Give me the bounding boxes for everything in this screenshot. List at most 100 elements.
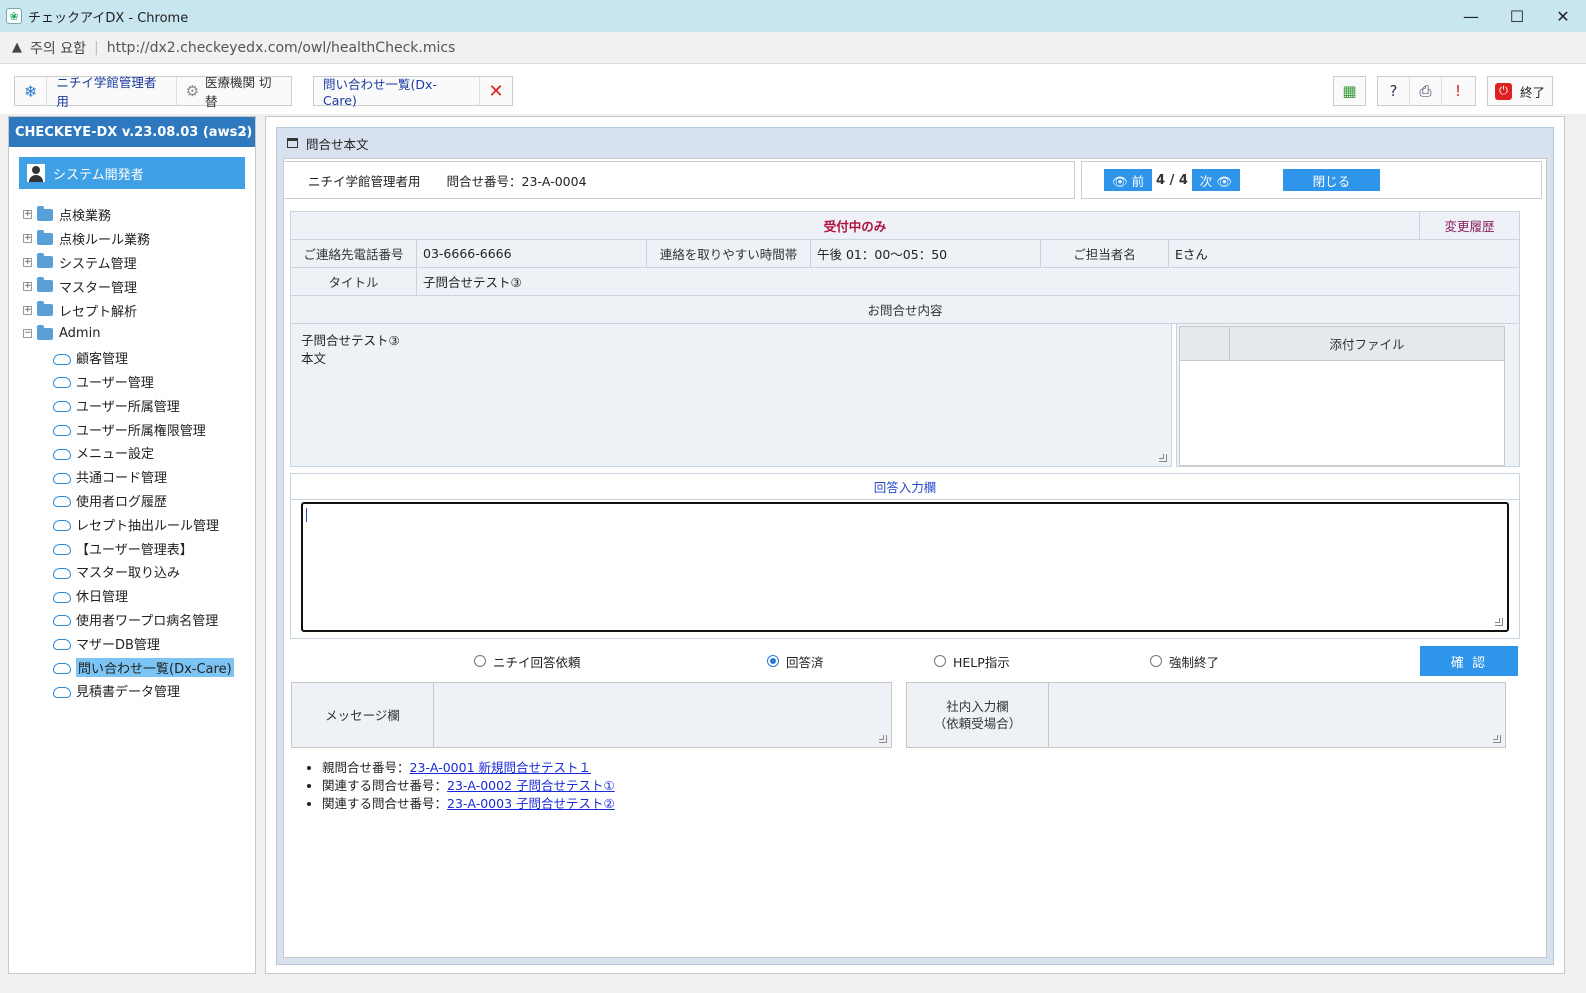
message-textarea[interactable] (434, 683, 891, 747)
radio-label: 回答済 (786, 654, 824, 670)
attachment-table: 添付ファイル (1179, 326, 1505, 466)
prev-button[interactable]: 👁 前 (1104, 169, 1152, 191)
expand-icon[interactable]: + (23, 210, 32, 220)
tree-folder-label: レセプト解析 (59, 304, 138, 320)
menu-item-user-permission[interactable]: ユーザー所属権限管理 (9, 417, 255, 441)
notice-button[interactable]: ! (1442, 77, 1474, 105)
menu-item-holiday[interactable]: 休日管理 (9, 584, 255, 608)
sidebar-header: CHECKEYE-DX v.23.08.03 (aws2) ‹ (9, 117, 255, 147)
app-toolbar: ❄ ニチイ学館管理者用 ⚙ 医療機関 切替 問い合わせ一覧(Dx-Care) ✕ … (0, 64, 1586, 114)
inquiry-list-tab[interactable]: 問い合わせ一覧(Dx-Care) (314, 77, 480, 108)
window-controls: — ☐ ✕ (1448, 0, 1586, 32)
menu-item-user-log[interactable]: 使用者ログ履歴 (9, 489, 255, 513)
warning-icon[interactable]: ▲ (12, 40, 22, 55)
cloud-icon (53, 567, 71, 579)
internal-textarea[interactable] (1049, 683, 1505, 747)
window-titlebar: ❀ チェックアイDX - Chrome — ☐ ✕ (0, 0, 1586, 32)
radio-icon[interactable] (934, 655, 946, 667)
expand-icon[interactable]: + (23, 281, 32, 291)
tree-folder-master[interactable]: + マスター管理 (9, 274, 255, 298)
minimize-button[interactable]: — (1448, 0, 1494, 32)
exit-button[interactable]: ⏻ 終了 (1487, 76, 1553, 106)
tree-folder-system[interactable]: + システム管理 (9, 251, 255, 275)
grid-settings-button[interactable]: ▦ (1333, 76, 1366, 106)
org-switch-group: ❄ ニチイ学館管理者用 ⚙ 医療機関 切替 (14, 75, 292, 109)
message-label: メッセージ欄 (292, 683, 434, 747)
inquiry-content-textarea[interactable]: 子問合せテスト③ 本文 (290, 323, 1172, 467)
resize-handle-icon[interactable] (879, 735, 887, 743)
panel-header: 問合せ本文 (277, 128, 1553, 158)
close-tab-button[interactable]: ✕ (480, 77, 512, 105)
resize-handle-icon[interactable] (1159, 454, 1167, 462)
menu-item-user[interactable]: ユーザー管理 (9, 370, 255, 394)
change-history-link[interactable]: 変更履歴 (1444, 219, 1494, 234)
menu-item-estimate[interactable]: 見積書データ管理 (9, 679, 255, 703)
radio-nichii-request[interactable]: ニチイ回答依頼 (474, 647, 581, 675)
user-box[interactable]: システム開発者 (19, 157, 245, 189)
collapse-icon[interactable]: − (23, 329, 32, 339)
help-button[interactable]: ? (1378, 77, 1410, 105)
address-bar: ▲ 주의 요함 | http://dx2.checkeyedx.com/owl/… (0, 32, 1586, 64)
expand-icon[interactable]: + (23, 305, 32, 315)
content-header: お問合せ内容 (290, 295, 1520, 324)
alert-icon: ! (1454, 82, 1461, 100)
tree-folder-receipt[interactable]: + レセプト解析 (9, 298, 255, 322)
cloud-icon (53, 401, 71, 413)
radio-label: HELP指示 (953, 654, 1010, 670)
url-field[interactable]: http://dx2.checkeyedx.com/owl/healthChec… (107, 40, 456, 56)
resize-handle-icon[interactable] (1493, 735, 1501, 743)
org-name-button[interactable]: ニチイ学館管理者用 (47, 75, 177, 109)
radio-force-end[interactable]: 強制終了 (1150, 647, 1219, 675)
menu-item-user-table[interactable]: 【ユーザー管理表】 (9, 536, 255, 560)
expand-icon[interactable]: + (23, 257, 32, 267)
collapse-sidebar-icon[interactable]: ‹ (241, 122, 247, 140)
snowflake-logo-button[interactable]: ❄ (15, 77, 48, 105)
answer-textarea[interactable] (301, 502, 1509, 632)
folder-icon (37, 205, 53, 221)
print-button[interactable]: ⎙ (1410, 77, 1442, 105)
radio-help[interactable]: HELP指示 (934, 647, 1010, 675)
tree-folder-admin[interactable]: − Admin (9, 322, 255, 346)
tree-folder-inspection-rule[interactable]: + 点検ルール業務 (9, 227, 255, 251)
menu-item-label: マスター取り込み (76, 566, 181, 582)
contact-time-value: 午後 01：00～05：50 (810, 239, 1041, 268)
radio-checked-icon[interactable] (767, 655, 779, 667)
grid-icon: ▦ (1342, 82, 1357, 100)
menu-item-user-affiliation[interactable]: ユーザー所属管理 (9, 393, 255, 417)
content-line: 本文 (301, 351, 327, 366)
radio-icon[interactable] (1150, 655, 1162, 667)
security-label[interactable]: 주의 요함 (30, 38, 86, 58)
close-button[interactable]: 閉じる (1282, 169, 1380, 191)
tree-folder-inspection[interactable]: + 点検業務 (9, 203, 255, 227)
maximize-button[interactable]: ☐ (1494, 0, 1540, 32)
status-label: 受付中のみ (823, 219, 887, 234)
close-window-button[interactable]: ✕ (1540, 0, 1586, 32)
menu-item-menu-settings[interactable]: メニュー設定 (9, 441, 255, 465)
switch-facility-button[interactable]: ⚙ 医療機関 切替 (177, 75, 291, 109)
related-inquiry-link[interactable]: 23-A-0002 子問合せテスト① (447, 778, 615, 793)
menu-item-common-code[interactable]: 共通コード管理 (9, 465, 255, 489)
menu-item-master-import[interactable]: マスター取り込み (9, 560, 255, 584)
parent-inquiry-link[interactable]: 23-A-0001 新規問合せテスト１ (410, 760, 592, 775)
menu-item-mother-db[interactable]: マザーDB管理 (9, 631, 255, 655)
menu-item-disease-name[interactable]: 使用者ワープロ病名管理 (9, 608, 255, 632)
menu-item-customer[interactable]: 顧客管理 (9, 346, 255, 370)
expand-icon[interactable]: + (23, 234, 32, 244)
radio-answered[interactable]: 回答済 (767, 647, 824, 675)
confirm-button[interactable]: 確 認 (1420, 646, 1518, 676)
menu-tree: + 点検業務 + 点検ルール業務 + システム管理 + マスター管理 + レセプト解析 −… (9, 203, 255, 703)
open-folder-icon (37, 324, 53, 340)
related-inquiry-link[interactable]: 23-A-0003 子問合せテスト② (447, 796, 615, 811)
menu-item-label: 【ユーザー管理表】 (76, 542, 193, 558)
inquiry-tab-group: 問い合わせ一覧(Dx-Care) ✕ (313, 76, 513, 108)
cloud-icon (53, 544, 71, 556)
radio-icon[interactable] (474, 655, 486, 667)
next-button[interactable]: 次 👁 (1191, 169, 1240, 191)
title-label: タイトル (290, 267, 417, 296)
resize-handle-icon[interactable] (1495, 618, 1503, 626)
menu-item-inquiry-list[interactable]: 問い合わせ一覧(Dx-Care) (9, 655, 255, 679)
menu-item-receipt-rule[interactable]: レセプト抽出ルール管理 (9, 512, 255, 536)
power-icon: ⏻ (1494, 82, 1512, 100)
internal-label: 社内入力欄 （依頼受場合） (907, 683, 1049, 747)
page-indicator: 4 / 4 (1156, 172, 1188, 188)
